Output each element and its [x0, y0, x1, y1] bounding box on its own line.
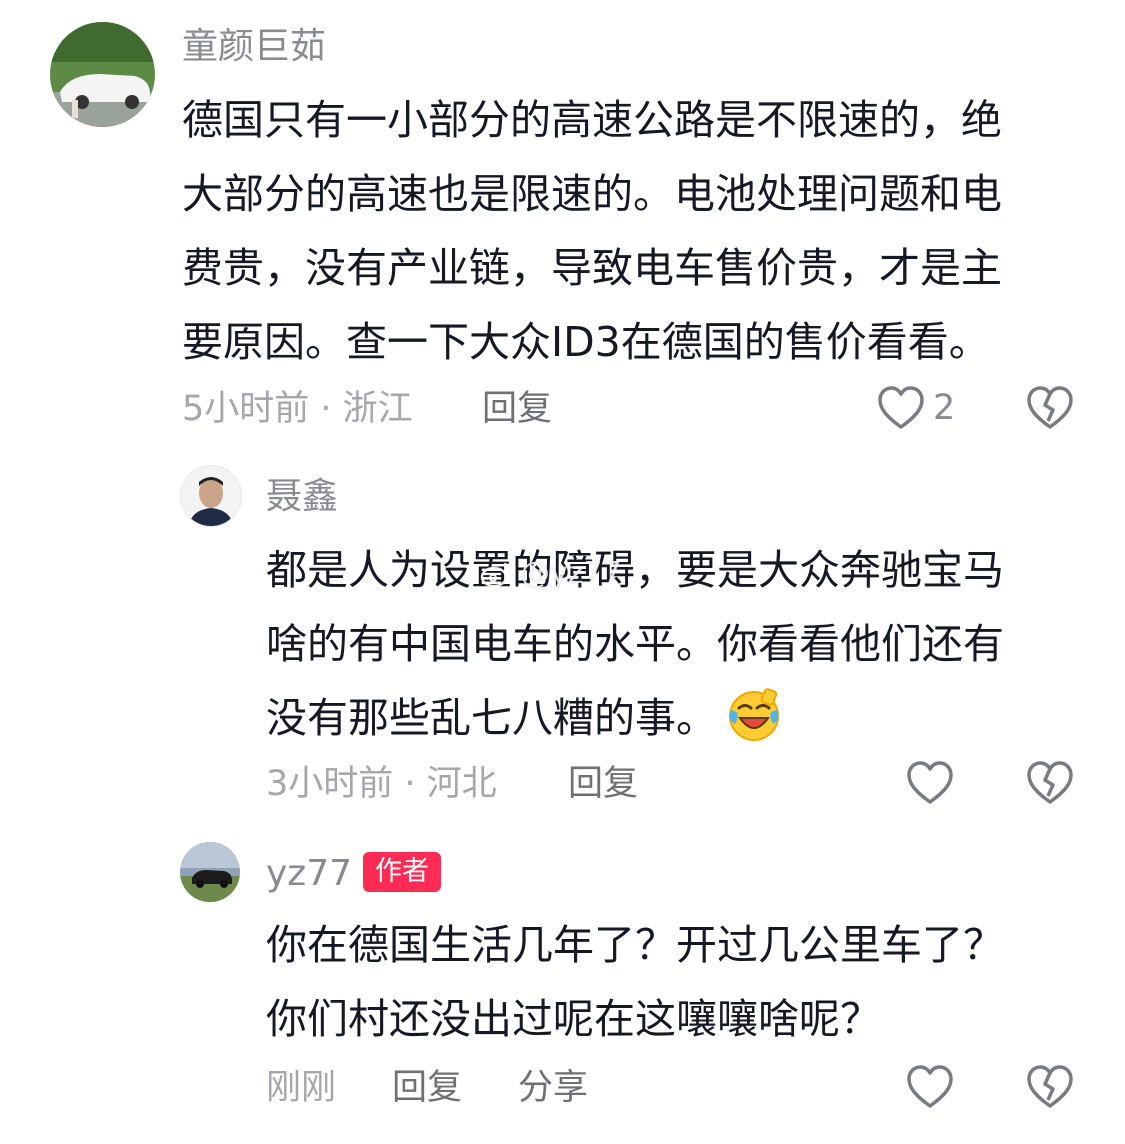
dislike-button[interactable]: [1026, 1064, 1074, 1110]
comment-line: 你们村还没出过呢在这嚷嚷啥呢？: [266, 995, 881, 1043]
dislike-button[interactable]: [1026, 385, 1074, 431]
comment-3: yz77 作者 你在德国生活几年了？开过几公里车了？ 你们村还没出过呢在这嚷嚷啥…: [0, 830, 1125, 1144]
comment-line: 你在德国生活几年了？开过几公里车了？: [266, 921, 1004, 969]
author-badge: 作者: [363, 852, 441, 892]
dislike-button[interactable]: [1026, 760, 1074, 806]
comment-1: 童颜巨茹 德国只有一小部分的高速公路是不限速的，绝 大部分的高速也是限速的。电池…: [0, 0, 1125, 450]
avatar[interactable]: [180, 842, 240, 902]
broken-heart-icon: [1027, 761, 1073, 804]
weibo-logo-icon: [480, 562, 513, 587]
avatar-image: [180, 842, 240, 902]
avatar[interactable]: [50, 22, 155, 127]
comment-text: 都是人为设置的障碍，要是大众奔驰宝马 啥的有中国电车的水平。你看看他们还有 没有…: [266, 533, 1004, 755]
like-button[interactable]: [906, 1064, 954, 1110]
comment-line: 德国只有一小部分的高速公路是不限速的，绝: [182, 96, 1002, 144]
comment-meta: 3小时前 · 河北: [266, 764, 497, 804]
comment-2: 聂鑫 都是人为设置的障碍，要是大众奔驰宝马 啥的有中国电车的水平。你看看他们还有…: [0, 450, 1125, 830]
comment-line: 大部分的高速也是限速的。电池处理问题和电: [182, 170, 1002, 218]
comment-line: 费贵，没有产业链，导致电车售价贵，才是主: [182, 244, 1002, 292]
like-button[interactable]: [906, 760, 954, 806]
comment-line: 啥的有中国电车的水平。你看看他们还有: [266, 620, 1004, 668]
comment-line: 都是人为设置的障碍，要是大众奔驰宝马: [266, 546, 1004, 594]
heart-outline-icon: [907, 1065, 953, 1108]
share-button[interactable]: 分享: [518, 1066, 588, 1110]
comment-text: 你在德国生活几年了？开过几公里车了？ 你们村还没出过呢在这嚷嚷啥呢？: [266, 908, 1004, 1056]
reply-button[interactable]: 回复: [392, 1066, 462, 1110]
comment-line: 没有那些乱七八糟的事。: [266, 681, 1004, 755]
username[interactable]: 聂鑫: [266, 475, 338, 519]
heart-outline-icon: [878, 386, 924, 429]
reply-button[interactable]: 回复: [568, 762, 638, 806]
reply-button[interactable]: 回复: [482, 387, 552, 431]
comment-meta: 刚刚: [266, 1068, 337, 1108]
comment-meta: 5小时前 · 浙江: [182, 389, 413, 429]
laughing-tears-emoji: [729, 688, 779, 741]
broken-heart-icon: [1027, 1065, 1073, 1108]
comment-line-text: 没有那些乱七八糟的事。: [266, 694, 717, 742]
avatar[interactable]: [180, 465, 242, 527]
like-button[interactable]: 2: [877, 385, 955, 431]
username[interactable]: yz77: [266, 852, 352, 896]
like-count: 2: [933, 388, 956, 428]
watermark: @yz77: [480, 556, 622, 591]
watermark-text: @yz77: [520, 556, 622, 591]
broken-heart-icon: [1027, 386, 1073, 429]
avatar-image: [50, 22, 155, 127]
comment-text: 德国只有一小部分的高速公路是不限速的，绝 大部分的高速也是限速的。电池处理问题和…: [182, 83, 1002, 379]
comment-line: 要原因。查一下大众ID3在德国的售价看看。: [182, 318, 990, 366]
avatar-image: [181, 466, 241, 526]
heart-outline-icon: [907, 761, 953, 804]
username[interactable]: 童颜巨茹: [182, 25, 326, 69]
